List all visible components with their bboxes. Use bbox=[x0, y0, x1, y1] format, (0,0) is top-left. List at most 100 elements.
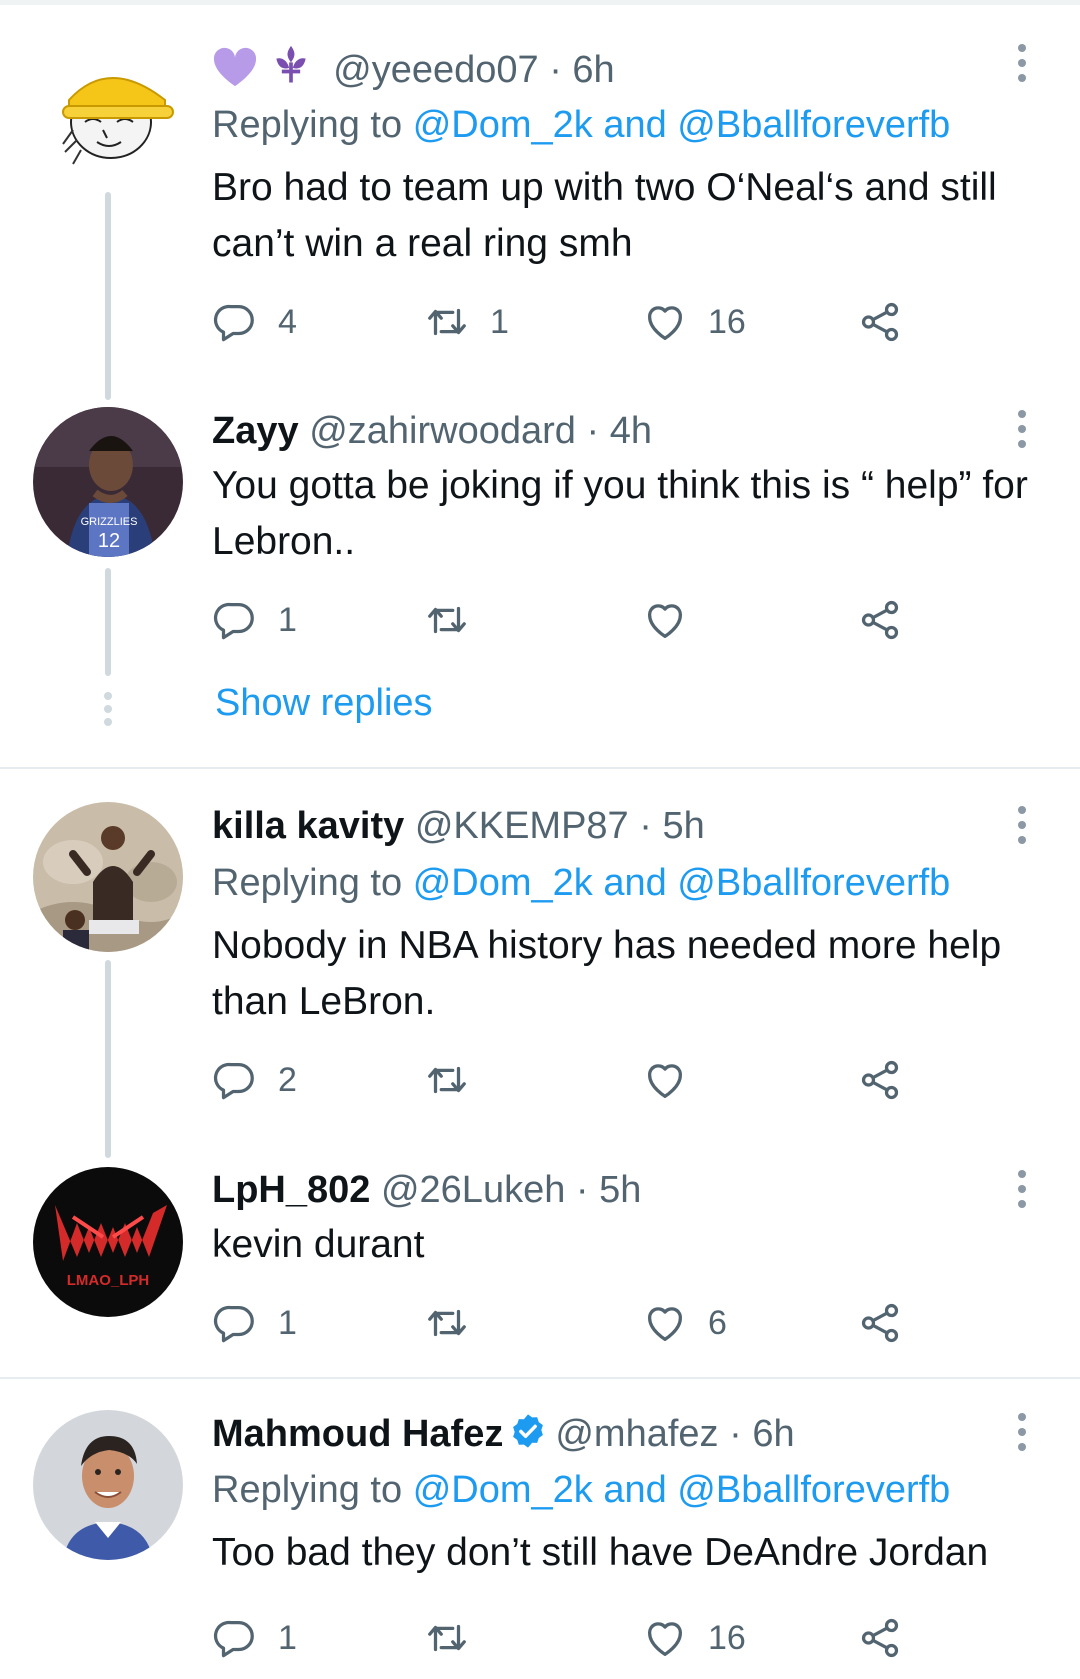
replying-to-users[interactable]: @Dom_2k and @Bballforeverfb bbox=[413, 1469, 951, 1511]
retweet-icon bbox=[424, 1300, 470, 1346]
reply-icon bbox=[212, 597, 258, 643]
retweet-button[interactable]: 1 bbox=[424, 297, 509, 347]
tweet-header: @yeeedo07 · 6h bbox=[212, 44, 615, 99]
reply-icon bbox=[212, 299, 258, 345]
display-name[interactable]: Zayy bbox=[212, 410, 299, 452]
like-button[interactable]: 16 bbox=[642, 297, 746, 347]
replying-to-users[interactable]: @Dom_2k and @Bballforeverfb bbox=[413, 862, 951, 904]
retweet-button[interactable] bbox=[424, 595, 470, 645]
display-name[interactable]: Mahmoud Hafez bbox=[212, 1413, 503, 1455]
user-handle[interactable]: @26Lukeh bbox=[381, 1169, 565, 1211]
avatar[interactable] bbox=[33, 30, 183, 180]
reply-button[interactable]: 2 bbox=[212, 1055, 297, 1105]
tweet-text: Bro had to team up with two O‘Neal‘s and… bbox=[212, 166, 997, 265]
separator-dot: · bbox=[549, 49, 562, 91]
tweet-header: killa kavity @KKEMP87 · 5h bbox=[212, 803, 705, 849]
timestamp[interactable]: 4h bbox=[610, 410, 652, 452]
replying-to-users[interactable]: @Dom_2k and @Bballforeverfb bbox=[413, 104, 951, 146]
avatar-image bbox=[33, 1410, 183, 1560]
reply-icon bbox=[212, 1615, 258, 1661]
avatar[interactable]: LMAO_LPH bbox=[33, 1167, 183, 1317]
share-icon bbox=[857, 299, 903, 345]
timestamp[interactable]: 5h bbox=[599, 1169, 641, 1211]
more-options-icon[interactable] bbox=[1016, 44, 1028, 89]
retweet-icon bbox=[424, 597, 470, 643]
thread-line bbox=[105, 192, 111, 400]
share-button[interactable] bbox=[857, 595, 903, 645]
retweet-icon bbox=[424, 1615, 470, 1661]
replying-to: Replying to @Dom_2k and @Bballforeverfb bbox=[212, 102, 950, 148]
more-options-icon[interactable] bbox=[1016, 410, 1028, 455]
reply-button[interactable]: 1 bbox=[212, 1613, 297, 1663]
share-icon bbox=[857, 1057, 903, 1103]
more-options-icon[interactable] bbox=[1016, 1170, 1028, 1215]
retweet-count: 1 bbox=[490, 302, 509, 341]
reply-button[interactable]: 4 bbox=[212, 297, 297, 347]
tweet-text: Too bad they don’t still have DeAndre Jo… bbox=[212, 1531, 989, 1574]
retweet-button[interactable] bbox=[424, 1613, 470, 1663]
thread-line bbox=[105, 568, 111, 676]
reply-count: 4 bbox=[278, 302, 297, 341]
show-replies-link[interactable]: Show replies bbox=[215, 682, 433, 725]
avatar-image bbox=[33, 30, 183, 180]
reply-count: 1 bbox=[278, 600, 297, 639]
like-count: 16 bbox=[708, 1618, 746, 1657]
replying-to-label: Replying to bbox=[212, 862, 403, 904]
avatar-image: GRIZZLIES 12 bbox=[33, 407, 183, 557]
avatar[interactable] bbox=[33, 802, 183, 952]
timestamp[interactable]: 5h bbox=[662, 805, 704, 847]
reply-button[interactable]: 1 bbox=[212, 595, 297, 645]
heart-icon bbox=[642, 1300, 688, 1346]
user-handle[interactable]: @zahirwoodard bbox=[309, 410, 576, 452]
avatar-image bbox=[33, 802, 183, 952]
heart-icon bbox=[642, 1615, 688, 1661]
jersey-number: 12 bbox=[98, 530, 120, 552]
tweet-text: kevin durant bbox=[212, 1223, 425, 1266]
share-icon bbox=[857, 597, 903, 643]
like-button[interactable] bbox=[642, 1055, 688, 1105]
divider bbox=[0, 1377, 1080, 1379]
timestamp[interactable]: 6h bbox=[572, 49, 614, 91]
display-name[interactable]: LpH_802 bbox=[212, 1169, 370, 1211]
share-icon bbox=[857, 1300, 903, 1346]
separator-dot: · bbox=[586, 410, 600, 452]
share-icon bbox=[857, 1615, 903, 1661]
user-handle[interactable]: @KKEMP87 bbox=[415, 805, 629, 847]
share-button[interactable] bbox=[857, 1298, 903, 1348]
avatar-logo-text: LMAO_LPH bbox=[67, 1272, 150, 1289]
retweet-icon bbox=[424, 299, 470, 345]
avatar[interactable]: GRIZZLIES 12 bbox=[33, 407, 183, 557]
jersey-text: GRIZZLIES bbox=[81, 516, 138, 528]
retweet-button[interactable] bbox=[424, 1298, 470, 1348]
share-button[interactable] bbox=[857, 1055, 903, 1105]
replying-to-label: Replying to bbox=[212, 104, 403, 146]
thread-line bbox=[105, 960, 111, 1158]
more-options-icon[interactable] bbox=[1016, 1413, 1028, 1458]
replying-to-label: Replying to bbox=[212, 1469, 403, 1511]
purple-heart-icon bbox=[212, 46, 258, 99]
tweet-text: You gotta be joking if you think this is… bbox=[212, 464, 1028, 563]
separator-dot: · bbox=[575, 1169, 589, 1211]
more-options-icon[interactable] bbox=[1016, 806, 1028, 851]
tweet-actions: 2 bbox=[212, 1055, 932, 1105]
like-button[interactable] bbox=[642, 595, 688, 645]
like-button[interactable]: 16 bbox=[642, 1613, 746, 1663]
reply-count: 1 bbox=[278, 1618, 297, 1657]
replying-to: Replying to @Dom_2k and @Bballforeverfb bbox=[212, 860, 950, 906]
separator-dot: · bbox=[729, 1413, 742, 1455]
replying-to: Replying to @Dom_2k and @Bballforeverfb bbox=[212, 1467, 950, 1513]
share-button[interactable] bbox=[857, 1613, 903, 1663]
like-button[interactable]: 6 bbox=[642, 1298, 727, 1348]
fleur-de-lis-icon bbox=[269, 44, 313, 99]
reply-button[interactable]: 1 bbox=[212, 1298, 297, 1348]
share-button[interactable] bbox=[857, 297, 903, 347]
tweet-header: Zayy @zahirwoodard · 4h bbox=[212, 408, 652, 454]
tweet-actions: 4 1 16 bbox=[212, 297, 932, 347]
display-name[interactable]: killa kavity bbox=[212, 805, 404, 847]
avatar[interactable] bbox=[33, 1410, 183, 1560]
user-handle[interactable]: @yeeedo07 bbox=[333, 49, 539, 91]
heart-icon bbox=[642, 299, 688, 345]
retweet-button[interactable] bbox=[424, 1055, 470, 1105]
timestamp[interactable]: 6h bbox=[752, 1413, 794, 1455]
user-handle[interactable]: @mhafez bbox=[555, 1413, 718, 1455]
